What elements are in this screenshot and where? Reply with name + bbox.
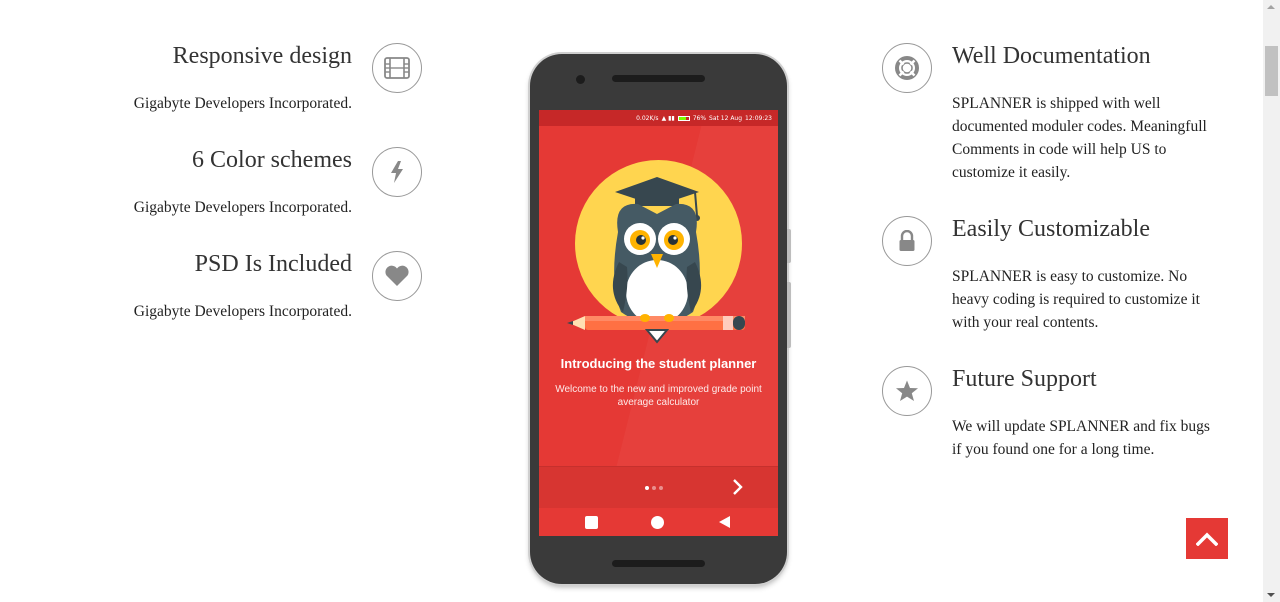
recents-icon [585,516,598,529]
scroll-down-icon[interactable] [1267,593,1275,597]
feature-future-support: Future Support We will update SPLANNER a… [952,365,1212,461]
back-icon [719,516,730,528]
network-speed: 0.02K/s [636,114,659,122]
life-ring-icon [882,43,932,93]
feature-title: Well Documentation [952,43,1151,69]
page-scrollbar[interactable] [1263,0,1280,602]
phone-side-button [787,229,791,263]
signal-icon: ▲ ▮▮ [661,114,675,122]
feature-text: SPLANNER is shipped with well documented… [952,95,1207,181]
feature-text: SPLANNER is easy to customize. No heavy … [952,268,1200,331]
feature-color-schemes: 6 Color schemes Gigabyte Developers Inco… [100,146,352,219]
scroll-up-icon[interactable] [1267,5,1275,9]
phone-speaker-bottom [612,560,705,567]
android-nav-bar [539,508,778,536]
phone-side-button [787,282,791,348]
pager-bar [539,466,778,508]
film-icon [372,43,422,93]
camera-icon [576,75,585,84]
feature-title: Easily Customizable [952,216,1150,242]
star-icon [882,366,932,416]
feature-title: 6 Color schemes [192,147,352,173]
screen-title: Introducing the student planner [560,356,757,371]
feature-title: Future Support [952,366,1097,392]
feature-text: Gigabyte Developers Incorporated. [133,303,352,320]
page-dot [652,486,656,490]
page-indicator [645,486,663,490]
phone-speaker [612,75,705,82]
feature-well-documentation: Well Documentation SPLANNER is shipped w… [952,42,1212,184]
home-icon [651,516,664,529]
battery-level: 76% [692,114,707,122]
chevron-right-icon[interactable] [732,478,744,501]
phone-screen: 0.02K/s ▲ ▮▮ 76% Sat 12 Aug 12:09:23 Int… [539,110,778,536]
status-time: 12:09:23 [745,114,772,122]
owl-illustration [567,177,745,344]
feature-easily-customizable: Easily Customizable SPLANNER is easy to … [952,215,1212,334]
feature-title: Responsive design [172,43,352,69]
bolt-icon [372,147,422,197]
back-to-top-button[interactable] [1186,518,1228,559]
feature-title: PSD Is Included [194,251,352,277]
chevron-up-icon [1196,532,1218,546]
feature-text: We will update SPLANNER and fix bugs if … [952,418,1210,458]
phone-mockup: 0.02K/s ▲ ▮▮ 76% Sat 12 Aug 12:09:23 Int… [530,54,791,584]
lock-icon [882,216,932,266]
feature-psd-included: PSD Is Included Gigabyte Developers Inco… [100,250,352,323]
screen-text: Welcome to the new and improved grade po… [555,384,762,408]
page-dot [659,486,663,490]
heart-icon [372,251,422,301]
status-bar: 0.02K/s ▲ ▮▮ 76% Sat 12 Aug 12:09:23 [539,110,778,126]
scrollbar-thumb[interactable] [1265,46,1278,96]
battery-icon [677,115,690,121]
status-date: Sat 12 Aug [709,114,743,122]
page-dot-active [645,486,649,490]
feature-text: Gigabyte Developers Incorporated. [133,199,352,216]
feature-text: Gigabyte Developers Incorporated. [133,95,352,112]
feature-responsive-design: Responsive design Gigabyte Developers In… [100,42,352,115]
